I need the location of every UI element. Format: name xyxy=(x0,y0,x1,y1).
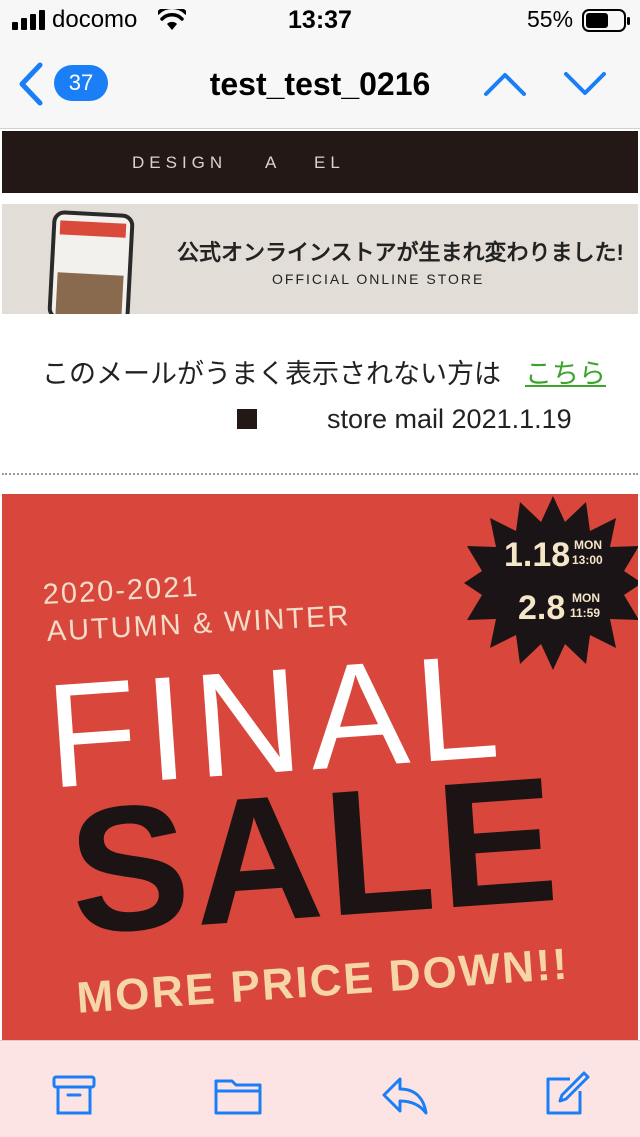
season-years: 2020-2021 xyxy=(42,570,201,611)
bottom-toolbar xyxy=(0,1040,640,1137)
square-bullet-icon xyxy=(237,409,257,429)
compose-icon[interactable] xyxy=(542,1071,590,1119)
start-date: 1.18 xyxy=(504,536,570,574)
online-store-banner[interactable]: 公式オンラインストアが生まれ変わりました! OFFICIAL ONLINE ST… xyxy=(2,204,638,314)
final-sale-banner[interactable]: 2020-2021 AUTUMN & WINTER FINAL SALE MOR… xyxy=(2,494,638,1054)
logo-word-2: A xyxy=(265,153,282,172)
logo-word-1: DESIGN xyxy=(132,153,228,172)
end-day: MON xyxy=(572,591,600,605)
brand-logo-bar: DESIGN A EL xyxy=(2,131,638,193)
start-time: 13:00 xyxy=(572,553,603,567)
mail-issue-label: store mail 2021.1.19 xyxy=(327,404,572,434)
start-day: MON xyxy=(574,538,602,552)
starburst-shape xyxy=(464,496,638,670)
banner-subtitle: OFFICIAL ONLINE STORE xyxy=(272,271,485,287)
archive-icon[interactable] xyxy=(50,1071,98,1119)
mail-issue-line: store mail 2021.1.19 xyxy=(237,404,572,435)
view-in-browser-text: このメールがうまく表示されない方は xyxy=(42,359,501,389)
banner-headline: 公式オンラインストアが生まれ変わりました! xyxy=(177,240,624,265)
status-bar: docomo 13:37 55% xyxy=(0,0,640,40)
phone-mockup-image xyxy=(47,209,135,314)
logo-word-3: EL xyxy=(314,153,345,172)
battery-percent: 55% xyxy=(527,6,574,32)
next-message-icon[interactable] xyxy=(563,70,607,98)
sale-heading: SALE xyxy=(63,738,567,972)
nav-bar: 37 test_test_0216 xyxy=(0,40,640,129)
battery-icon xyxy=(582,9,630,32)
previous-message-icon[interactable] xyxy=(483,70,527,98)
sale-period-starburst: 1.18 MON 13:00 2.8 MON 11:59 xyxy=(464,496,638,670)
dotted-divider xyxy=(2,473,638,475)
email-subject-title: test_test_0216 xyxy=(209,66,431,102)
end-time: 11:59 xyxy=(570,606,600,620)
folder-icon[interactable] xyxy=(214,1071,262,1119)
reply-icon[interactable] xyxy=(380,1071,428,1119)
view-in-browser-link[interactable]: こちら xyxy=(525,352,606,391)
end-date: 2.8 xyxy=(518,589,565,627)
